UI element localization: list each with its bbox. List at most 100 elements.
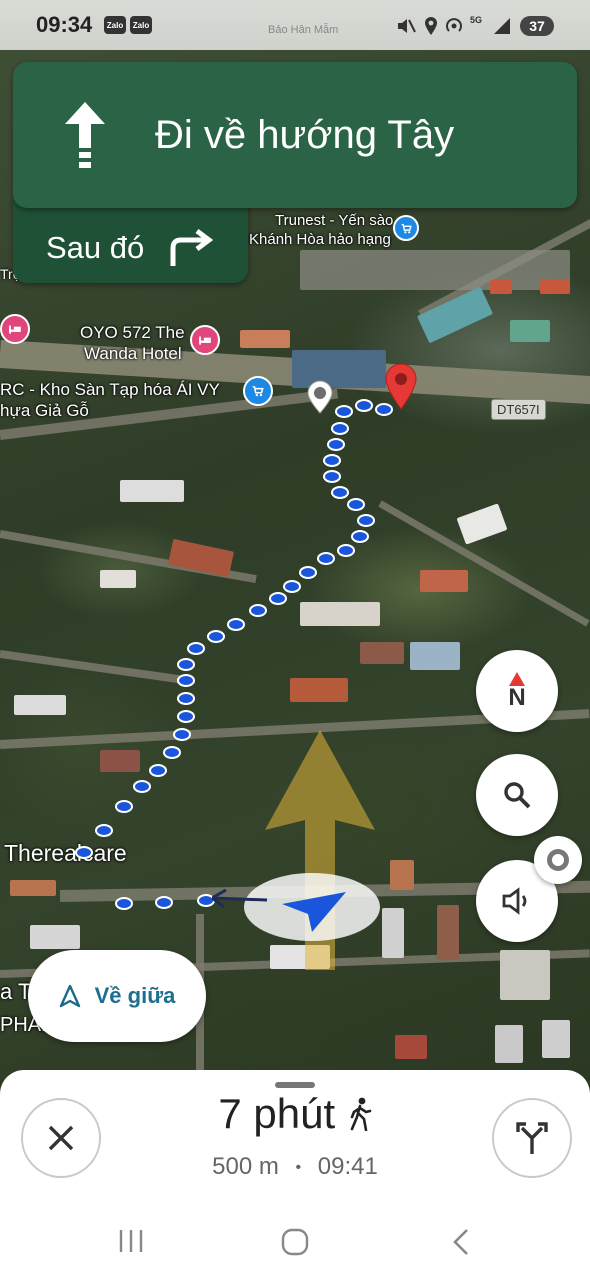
route-dot: [177, 674, 195, 687]
building: [167, 538, 235, 578]
destination-pin-icon[interactable]: [384, 362, 418, 410]
zalo-notification-icon: Zalo: [130, 16, 152, 34]
route-dot: [269, 592, 287, 605]
poi-shop-icon[interactable]: [393, 215, 419, 241]
straight-arrow-icon: [65, 102, 105, 168]
speaker-icon: [502, 887, 527, 915]
route-dot: [337, 544, 355, 557]
status-overlay-text: Bảo Hân Mẫm: [268, 24, 339, 36]
building: [410, 642, 460, 670]
route-dot: [335, 405, 353, 418]
route-dot: [95, 824, 113, 837]
route-dot: [249, 604, 267, 617]
route-dot: [173, 728, 191, 741]
origin-marker[interactable]: [306, 380, 334, 414]
route-dot: [187, 642, 205, 655]
building: [500, 950, 550, 1000]
building: [395, 1035, 427, 1059]
trip-duration: 7 phút: [218, 1090, 336, 1137]
then-label: Sau đó: [46, 230, 145, 265]
route-dot: [177, 658, 195, 671]
building: [510, 320, 550, 342]
route-dot: [133, 780, 151, 793]
route-dot: [75, 846, 93, 859]
location-target-icon: [547, 849, 569, 871]
trip-eta: 09:41: [317, 1153, 378, 1180]
route-dot: [331, 422, 349, 435]
route-dot: [357, 514, 375, 527]
navigation-banner[interactable]: Đi về hướng Tây: [13, 62, 577, 208]
route-dot: [323, 470, 341, 483]
trip-summary-sheet[interactable]: 7 phút 500 m • 09:41: [0, 1070, 590, 1280]
map-label-oyo-1[interactable]: OYO 572 The: [80, 323, 185, 343]
route-dot: [227, 618, 245, 631]
signal-5g-icon: 5G: [470, 15, 510, 34]
route-dot: [149, 764, 167, 777]
turn-right-icon: [170, 229, 214, 266]
building: [10, 880, 56, 896]
route-dot: [327, 438, 345, 451]
building: [490, 280, 512, 294]
compass-button[interactable]: N: [476, 650, 558, 732]
map-label-kho-san[interactable]: RC - Kho Sàn Tạp hóa ÁI VY: [0, 380, 220, 400]
building: [456, 503, 508, 545]
route-dot: [115, 800, 133, 813]
route-dot: [347, 498, 365, 511]
route-dot: [355, 399, 373, 412]
building: [495, 1025, 523, 1063]
recenter-button[interactable]: Về giữa: [28, 950, 206, 1042]
home-icon[interactable]: [281, 1228, 309, 1256]
route-dot: [331, 486, 349, 499]
back-icon[interactable]: [450, 1228, 472, 1256]
trip-distance: 500 m: [212, 1153, 279, 1180]
building: [100, 570, 136, 588]
map-road: [0, 650, 189, 685]
current-location-puck[interactable]: [206, 872, 382, 942]
location-icon: [425, 17, 437, 35]
layers-peek-button[interactable]: [534, 836, 582, 884]
status-time: 09:34: [36, 12, 93, 37]
building: [360, 642, 404, 664]
trip-separator: •: [295, 1158, 302, 1176]
building: [120, 480, 184, 502]
route-dot: [323, 454, 341, 467]
map-label-a-t: a T: [0, 979, 32, 1004]
building: [240, 330, 290, 348]
mute-icon: [398, 19, 416, 33]
alternate-routes-button[interactable]: [492, 1098, 572, 1178]
map-label-oyo-2[interactable]: Wanda Hotel: [84, 344, 182, 364]
map-label-trunest-sub[interactable]: Khánh Hòa hảo hạng: [249, 230, 391, 250]
svg-text:5G: 5G: [470, 15, 482, 25]
walking-icon: [350, 1097, 371, 1132]
poi-hotel-icon[interactable]: [190, 325, 220, 355]
navigation-arrow-icon: [59, 984, 80, 1008]
route-dot: [207, 630, 225, 643]
building: [290, 678, 348, 702]
sheet-drag-handle[interactable]: [275, 1082, 315, 1088]
route-dot: [163, 746, 181, 759]
poi-hotel-icon[interactable]: [0, 314, 30, 344]
search-icon: [504, 782, 531, 809]
building: [540, 280, 570, 294]
hotspot-icon: [446, 18, 462, 32]
building: [100, 750, 140, 772]
recenter-label: Về giữa: [94, 983, 176, 1008]
instruction-text: Đi về hướng Tây: [155, 113, 455, 157]
building: [30, 925, 80, 949]
then-maneuver-panel[interactable]: Sau đó: [13, 200, 248, 283]
poi-shop-icon[interactable]: [243, 376, 273, 406]
map-label-gia-go[interactable]: hựa Giả Gỗ: [0, 401, 89, 421]
route-dot: [177, 692, 195, 705]
route-dot: [299, 566, 317, 579]
building: [300, 602, 380, 626]
map-label-trunest[interactable]: Trunest - Yến sào: [275, 211, 393, 231]
search-button[interactable]: [476, 754, 558, 836]
route-dot: [317, 552, 335, 565]
road-badge: DT657I: [491, 399, 546, 420]
building: [420, 570, 468, 592]
route-dot: [115, 897, 133, 910]
map-label-therealcare[interactable]: Therealcare: [4, 840, 127, 866]
recent-apps-icon[interactable]: [116, 1228, 146, 1254]
building: [300, 250, 570, 290]
building: [14, 695, 66, 715]
